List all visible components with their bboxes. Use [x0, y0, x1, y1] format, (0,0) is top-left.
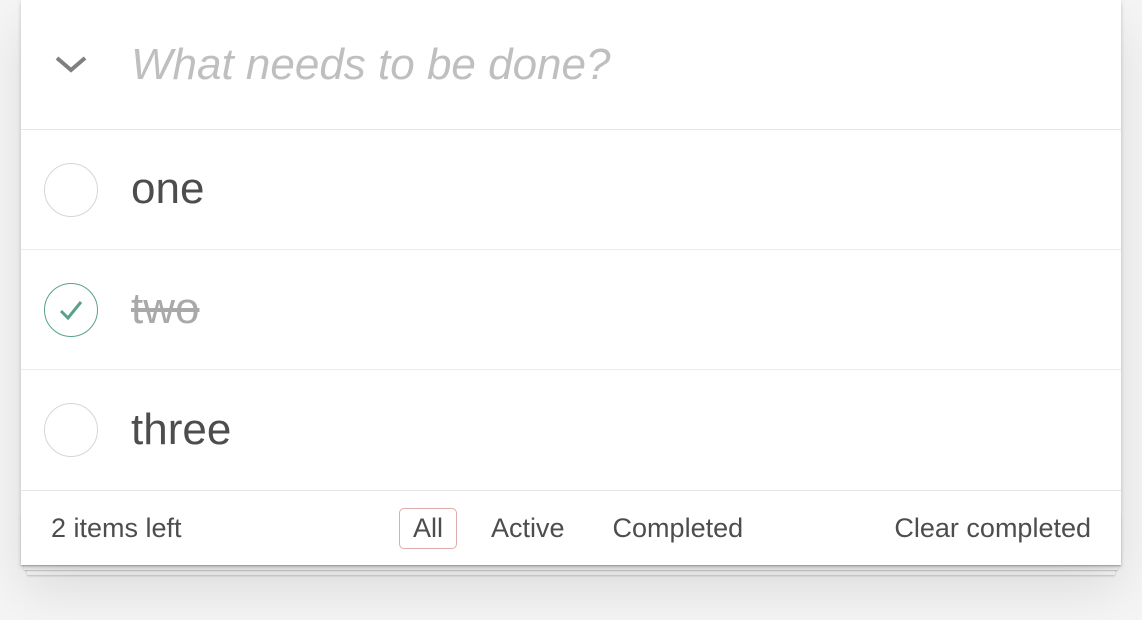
circle-icon: [44, 163, 98, 217]
header: [21, 0, 1121, 130]
toggle-checkbox[interactable]: [21, 250, 121, 369]
filter-list: All Active Completed: [399, 508, 757, 549]
filter-all[interactable]: All: [399, 508, 457, 549]
check-icon: [56, 295, 86, 325]
new-todo-input[interactable]: [121, 18, 1121, 112]
clear-completed-button[interactable]: Clear completed: [894, 513, 1091, 544]
todo-label[interactable]: three: [121, 389, 1121, 472]
filter-completed[interactable]: Completed: [599, 508, 758, 549]
todo-label[interactable]: one: [121, 148, 1121, 231]
todo-item: two: [21, 250, 1121, 370]
todo-list: one two three: [21, 130, 1121, 490]
footer: 2 items left All Active Completed Clear …: [21, 490, 1121, 565]
todo-item: one: [21, 130, 1121, 250]
todo-label[interactable]: two: [121, 268, 1121, 351]
circle-icon: [44, 403, 98, 457]
todo-count: 2 items left: [51, 513, 182, 544]
circle-icon: [44, 283, 98, 337]
todo-app: one two three 2 it: [21, 0, 1121, 565]
toggle-checkbox[interactable]: [21, 130, 121, 249]
todo-item: three: [21, 370, 1121, 490]
chevron-down-icon: [53, 54, 89, 76]
toggle-checkbox[interactable]: [21, 370, 121, 490]
filter-active[interactable]: Active: [477, 508, 579, 549]
toggle-all-button[interactable]: [21, 0, 121, 129]
